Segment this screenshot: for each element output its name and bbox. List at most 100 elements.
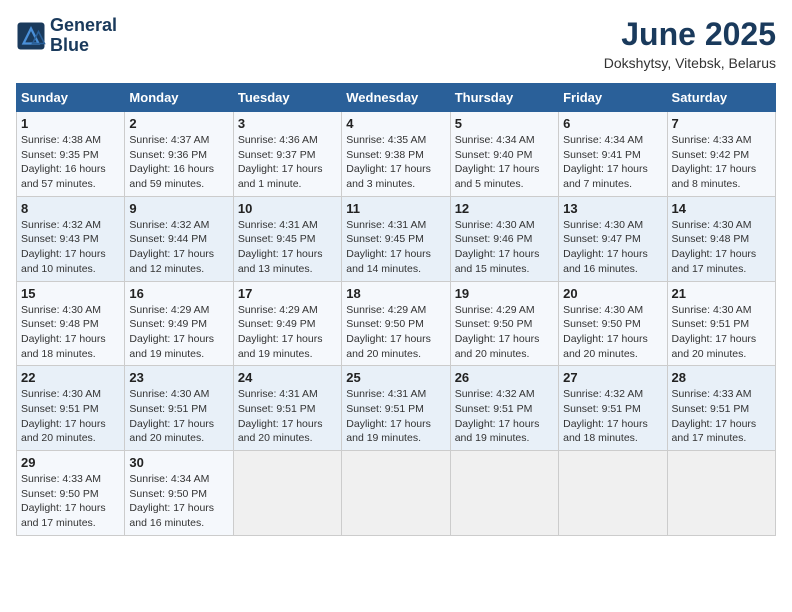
day-number: 14 — [672, 201, 771, 216]
day-number: 15 — [21, 286, 120, 301]
day-info: Sunrise: 4:30 AMSunset: 9:50 PMDaylight:… — [563, 303, 662, 362]
calendar-body: 1 Sunrise: 4:38 AMSunset: 9:35 PMDaylight… — [17, 112, 776, 536]
day-header-thursday: Thursday — [450, 84, 558, 112]
day-number: 7 — [672, 116, 771, 131]
day-number: 16 — [129, 286, 228, 301]
day-cell: 1 Sunrise: 4:38 AMSunset: 9:35 PMDaylight… — [17, 112, 125, 197]
day-cell: 9 Sunrise: 4:32 AMSunset: 9:44 PMDaylight… — [125, 196, 233, 281]
day-cell: 2Sunrise: 4:37 AMSunset: 9:36 PMDaylight… — [125, 112, 233, 197]
day-number: 19 — [455, 286, 554, 301]
day-info: Sunrise: 4:33 AMSunset: 9:42 PMDaylight:… — [672, 133, 771, 192]
day-info: Sunrise: 4:31 AMSunset: 9:45 PMDaylight:… — [346, 218, 445, 277]
week-row-3: 15Sunrise: 4:30 AMSunset: 9:48 PMDayligh… — [17, 281, 776, 366]
day-info: Sunrise: 4:29 AMSunset: 9:50 PMDaylight:… — [455, 303, 554, 362]
day-number: 11 — [346, 201, 445, 216]
day-header-sunday: Sunday — [17, 84, 125, 112]
day-info: Sunrise: 4:36 AMSunset: 9:37 PMDaylight:… — [238, 133, 337, 192]
main-title: June 2025 — [604, 16, 776, 53]
calendar: SundayMondayTuesdayWednesdayThursdayFrid… — [16, 83, 776, 536]
day-info: Sunrise: 4:34 AMSunset: 9:50 PMDaylight:… — [129, 472, 228, 531]
day-cell: 16 Sunrise: 4:29 AMSunset: 9:49 PMDayligh… — [125, 281, 233, 366]
day-cell: 18 Sunrise: 4:29 AMSunset: 9:50 PMDayligh… — [342, 281, 450, 366]
day-info: Sunrise: 4:30 AMSunset: 9:47 PMDaylight:… — [563, 218, 662, 277]
day-cell: 15Sunrise: 4:30 AMSunset: 9:48 PMDayligh… — [17, 281, 125, 366]
day-cell: 22 Sunrise: 4:30 AMSunset: 9:51 PMDayligh… — [17, 366, 125, 451]
day-number: 9 — [129, 201, 228, 216]
day-number: 30 — [129, 455, 228, 470]
day-cell: 12 Sunrise: 4:30 AMSunset: 9:46 PMDayligh… — [450, 196, 558, 281]
day-cell — [559, 451, 667, 536]
day-cell — [342, 451, 450, 536]
day-cell: 13 Sunrise: 4:30 AMSunset: 9:47 PMDayligh… — [559, 196, 667, 281]
day-number: 4 — [346, 116, 445, 131]
day-info: Sunrise: 4:30 AMSunset: 9:51 PMDaylight:… — [21, 387, 120, 446]
day-number: 1 — [21, 116, 120, 131]
day-cell: 5 Sunrise: 4:34 AMSunset: 9:40 PMDaylight… — [450, 112, 558, 197]
day-cell: 17Sunrise: 4:29 AMSunset: 9:49 PMDayligh… — [233, 281, 341, 366]
day-cell: 6 Sunrise: 4:34 AMSunset: 9:41 PMDaylight… — [559, 112, 667, 197]
day-number: 20 — [563, 286, 662, 301]
days-of-week-row: SundayMondayTuesdayWednesdayThursdayFrid… — [17, 84, 776, 112]
day-cell: 10 Sunrise: 4:31 AMSunset: 9:45 PMDayligh… — [233, 196, 341, 281]
day-number: 8 — [21, 201, 120, 216]
day-info: Sunrise: 4:29 AMSunset: 9:50 PMDaylight:… — [346, 303, 445, 362]
day-cell: 7 Sunrise: 4:33 AMSunset: 9:42 PMDaylight… — [667, 112, 775, 197]
day-cell: 8 Sunrise: 4:32 AMSunset: 9:43 PMDaylight… — [17, 196, 125, 281]
day-cell — [450, 451, 558, 536]
day-number: 17 — [238, 286, 337, 301]
header: General Blue June 2025 Dokshytsy, Vitebs… — [16, 16, 776, 71]
day-number: 5 — [455, 116, 554, 131]
day-cell — [233, 451, 341, 536]
day-cell: 19 Sunrise: 4:29 AMSunset: 9:50 PMDayligh… — [450, 281, 558, 366]
day-number: 24 — [238, 370, 337, 385]
week-row-5: 29Sunrise: 4:33 AMSunset: 9:50 PMDayligh… — [17, 451, 776, 536]
day-info: Sunrise: 4:30 AMSunset: 9:46 PMDaylight:… — [455, 218, 554, 277]
day-number: 6 — [563, 116, 662, 131]
day-info: Sunrise: 4:38 AMSunset: 9:35 PMDaylight:… — [21, 133, 120, 192]
day-cell: 20 Sunrise: 4:30 AMSunset: 9:50 PMDayligh… — [559, 281, 667, 366]
day-number: 12 — [455, 201, 554, 216]
day-cell — [667, 451, 775, 536]
day-number: 10 — [238, 201, 337, 216]
day-cell: 3Sunrise: 4:36 AMSunset: 9:37 PMDaylight… — [233, 112, 341, 197]
day-header-friday: Friday — [559, 84, 667, 112]
day-header-saturday: Saturday — [667, 84, 775, 112]
day-number: 21 — [672, 286, 771, 301]
day-info: Sunrise: 4:34 AMSunset: 9:40 PMDaylight:… — [455, 133, 554, 192]
day-info: Sunrise: 4:31 AMSunset: 9:51 PMDaylight:… — [346, 387, 445, 446]
title-area: June 2025 Dokshytsy, Vitebsk, Belarus — [604, 16, 776, 71]
day-cell: 14 Sunrise: 4:30 AMSunset: 9:48 PMDayligh… — [667, 196, 775, 281]
day-cell: 23Sunrise: 4:30 AMSunset: 9:51 PMDayligh… — [125, 366, 233, 451]
logo: General Blue — [16, 16, 117, 56]
day-number: 26 — [455, 370, 554, 385]
day-number: 28 — [672, 370, 771, 385]
day-cell: 28 Sunrise: 4:33 AMSunset: 9:51 PMDayligh… — [667, 366, 775, 451]
day-number: 13 — [563, 201, 662, 216]
day-info: Sunrise: 4:35 AMSunset: 9:38 PMDaylight:… — [346, 133, 445, 192]
calendar-header: SundayMondayTuesdayWednesdayThursdayFrid… — [17, 84, 776, 112]
day-info: Sunrise: 4:33 AMSunset: 9:51 PMDaylight:… — [672, 387, 771, 446]
day-number: 22 — [21, 370, 120, 385]
day-info: Sunrise: 4:32 AMSunset: 9:44 PMDaylight:… — [129, 218, 228, 277]
day-header-monday: Monday — [125, 84, 233, 112]
day-number: 29 — [21, 455, 120, 470]
week-row-2: 8 Sunrise: 4:32 AMSunset: 9:43 PMDaylight… — [17, 196, 776, 281]
day-info: Sunrise: 4:30 AMSunset: 9:51 PMDaylight:… — [129, 387, 228, 446]
day-info: Sunrise: 4:34 AMSunset: 9:41 PMDaylight:… — [563, 133, 662, 192]
day-cell: 30 Sunrise: 4:34 AMSunset: 9:50 PMDayligh… — [125, 451, 233, 536]
day-number: 27 — [563, 370, 662, 385]
logo-line1: General — [50, 16, 117, 36]
logo-text: General Blue — [50, 16, 117, 56]
week-row-1: 1 Sunrise: 4:38 AMSunset: 9:35 PMDaylight… — [17, 112, 776, 197]
day-cell: 21Sunrise: 4:30 AMSunset: 9:51 PMDayligh… — [667, 281, 775, 366]
day-info: Sunrise: 4:30 AMSunset: 9:48 PMDaylight:… — [672, 218, 771, 277]
day-cell: 4 Sunrise: 4:35 AMSunset: 9:38 PMDaylight… — [342, 112, 450, 197]
day-number: 2 — [129, 116, 228, 131]
day-info: Sunrise: 4:32 AMSunset: 9:51 PMDaylight:… — [563, 387, 662, 446]
day-number: 18 — [346, 286, 445, 301]
day-info: Sunrise: 4:31 AMSunset: 9:45 PMDaylight:… — [238, 218, 337, 277]
day-info: Sunrise: 4:29 AMSunset: 9:49 PMDaylight:… — [129, 303, 228, 362]
day-cell: 25Sunrise: 4:31 AMSunset: 9:51 PMDayligh… — [342, 366, 450, 451]
day-info: Sunrise: 4:32 AMSunset: 9:43 PMDaylight:… — [21, 218, 120, 277]
logo-line2: Blue — [50, 36, 117, 56]
